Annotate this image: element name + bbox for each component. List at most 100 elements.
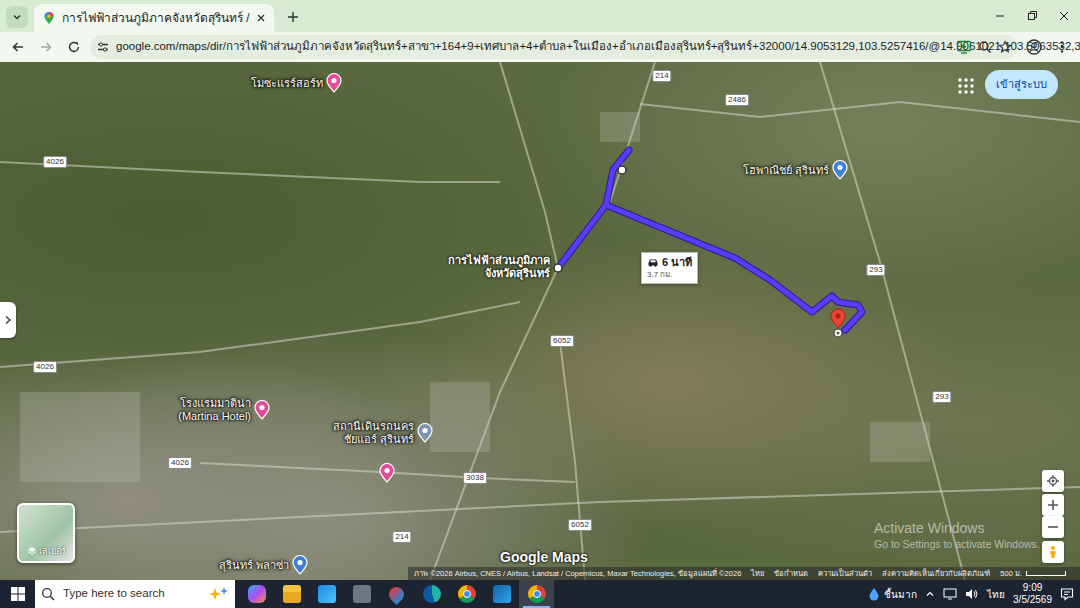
profile-button[interactable] xyxy=(1022,35,1046,59)
attribution-item[interactable]: ส่งความคิดเห็นเกี่ยวกับผลิตภัณฑ์ xyxy=(882,568,990,579)
tab-search-button[interactable] xyxy=(6,6,28,28)
car-icon-svg xyxy=(647,257,659,267)
road-shield: 214 xyxy=(392,531,411,543)
activation-line: Go to Settings to activate Windows. xyxy=(874,537,1040,551)
profile-icon xyxy=(1026,39,1042,55)
taskbar-app[interactable] xyxy=(414,580,449,608)
running-indicator xyxy=(313,606,340,608)
place-label[interactable]: โฮพาณิชย์ สุรินทร์ xyxy=(743,164,829,177)
notification-icon-svg xyxy=(1060,587,1074,601)
minus-icon-svg xyxy=(1046,520,1060,534)
taskbar-app[interactable] xyxy=(379,580,414,608)
zoom-in-button[interactable] xyxy=(1042,494,1064,516)
attribution-item[interactable]: ความเป็นส่วนตัว xyxy=(818,568,872,579)
street-view-button[interactable] xyxy=(1042,541,1064,563)
place-label[interactable]: สุรินทร์ พลาซ่า xyxy=(219,559,289,572)
place-label[interactable]: โมซะแรร์สอร์ท xyxy=(251,77,323,90)
restore-button[interactable] xyxy=(1016,0,1048,32)
place-pin[interactable] xyxy=(254,400,270,420)
road-shield: 4026 xyxy=(168,457,192,469)
place-pin-icon xyxy=(379,463,395,483)
reload-icon xyxy=(67,40,81,54)
taskbar-app[interactable] xyxy=(519,580,554,608)
new-tab-button[interactable] xyxy=(280,4,306,30)
road-shield: 4026 xyxy=(33,361,57,373)
close-tab-icon[interactable] xyxy=(256,13,266,23)
satellite-map[interactable]: โมซะแรร์สอร์ทโฮพาณิชย์ สุรินทร์โรงแรมมาต… xyxy=(0,62,1080,580)
layers-button[interactable]: เลเยอร์ xyxy=(17,503,75,563)
place-label-line: สุรินทร์ พลาซ่า xyxy=(219,559,289,572)
place-label-line: ชัยแอร์ สุรินทร์ xyxy=(333,433,414,446)
taskbar-app[interactable] xyxy=(344,580,379,608)
taskbar: ชื้นมาก ไทย 9:093/5/2569 xyxy=(0,580,1080,608)
install-app-icon[interactable] xyxy=(956,40,972,54)
my-location-button[interactable] xyxy=(1042,470,1064,492)
route-duration-box[interactable]: 6 นาที3.7 กม. xyxy=(641,252,698,284)
browser-menu-button[interactable] xyxy=(1050,35,1074,59)
back-arrow-icon-svg xyxy=(11,40,25,54)
browser-tab[interactable]: การไฟฟ้าส่วนภูมิภาคจังหวัดสุรินทร์ / xyxy=(34,4,274,32)
taskbar-app[interactable] xyxy=(239,580,274,608)
road-shield: 293 xyxy=(866,264,885,276)
origin-label-line: จังหวัดสุรินทร์ xyxy=(448,267,550,280)
forward-button[interactable] xyxy=(34,35,58,59)
windows-logo-icon xyxy=(11,587,25,601)
install-app-icon-svg xyxy=(956,40,972,54)
close-window-icon-svg xyxy=(1057,9,1071,23)
site-info-icon[interactable] xyxy=(96,40,110,54)
taskbar-search[interactable] xyxy=(35,580,235,608)
search-highlight-icon-svg xyxy=(209,586,229,602)
taskbar-app[interactable] xyxy=(484,580,519,608)
origin-label[interactable]: การไฟฟ้าส่วนภูมิภาคจังหวัดสุรินทร์ xyxy=(448,254,550,280)
start-button[interactable] xyxy=(0,580,35,608)
bookmark-star-icon[interactable] xyxy=(998,40,1012,54)
zoom-out-button[interactable] xyxy=(1042,516,1064,538)
attribution-item[interactable]: ไทย xyxy=(751,568,764,579)
forward-arrow-icon-svg xyxy=(39,40,53,54)
url-text[interactable]: google.com/maps/dir/การไฟฟ้าส่วนภูมิภาคจ… xyxy=(116,38,950,55)
taskbar-search-input[interactable] xyxy=(61,584,203,603)
scale-bar xyxy=(1026,571,1066,576)
side-panel-toggle[interactable] xyxy=(0,302,16,338)
input-language[interactable]: ไทย xyxy=(987,587,1005,602)
tab-strip: การไฟฟ้าส่วนภูมิภาคจังหวัดสุรินทร์ / xyxy=(0,0,1080,32)
minimize-button[interactable] xyxy=(984,0,1016,32)
network-icon[interactable] xyxy=(943,588,957,600)
sign-in-button[interactable]: เข้าสู่ระบบ xyxy=(985,70,1058,99)
road-shield: 293 xyxy=(932,391,951,403)
running-indicator xyxy=(278,606,305,608)
plus-icon xyxy=(1046,498,1060,512)
place-label[interactable]: โรงแรมมาติน่า(Martina Hotel) xyxy=(178,397,251,423)
raindrop-icon xyxy=(868,587,880,601)
place-pin[interactable] xyxy=(292,555,308,575)
plus-icon xyxy=(287,11,299,23)
place-pin[interactable] xyxy=(379,463,395,483)
tray-chevron-icon[interactable] xyxy=(925,589,935,599)
volume-icon[interactable] xyxy=(965,588,979,600)
attribution-item[interactable]: ข้อกำหนด xyxy=(774,568,808,579)
address-bar[interactable]: google.com/maps/dir/การไฟฟ้าส่วนภูมิภาคจ… xyxy=(90,35,1018,59)
pegman-icon xyxy=(1046,545,1060,559)
place-pin[interactable] xyxy=(832,160,848,180)
back-button[interactable] xyxy=(6,35,30,59)
google-apps-button[interactable] xyxy=(957,77,975,95)
reload-button[interactable] xyxy=(62,35,86,59)
road-shield: 3038 xyxy=(463,472,487,484)
taskbar-app[interactable] xyxy=(274,580,309,608)
close-window-button[interactable] xyxy=(1048,0,1080,32)
weather-widget[interactable]: ชื้นมาก xyxy=(868,587,917,602)
chevron-right-icon-svg xyxy=(4,315,12,325)
map-scale: 500 ม. xyxy=(1000,568,1066,579)
zoom-icon[interactable] xyxy=(978,40,992,54)
clock[interactable]: 9:093/5/2569 xyxy=(1013,582,1052,606)
place-pin[interactable] xyxy=(417,423,433,443)
notification-icon[interactable] xyxy=(1060,587,1074,601)
place-pin[interactable] xyxy=(326,73,342,93)
place-label[interactable]: สถานีเดินรถนครชัยแอร์ สุรินทร์ xyxy=(333,420,414,446)
place-label-line: โรงแรมมาติน่า xyxy=(178,397,251,410)
search-icon-svg xyxy=(41,587,55,601)
taskbar-app[interactable] xyxy=(449,580,484,608)
locate-icon-svg xyxy=(1046,474,1060,488)
place-pin-icon xyxy=(326,73,342,93)
taskbar-app[interactable] xyxy=(309,580,344,608)
